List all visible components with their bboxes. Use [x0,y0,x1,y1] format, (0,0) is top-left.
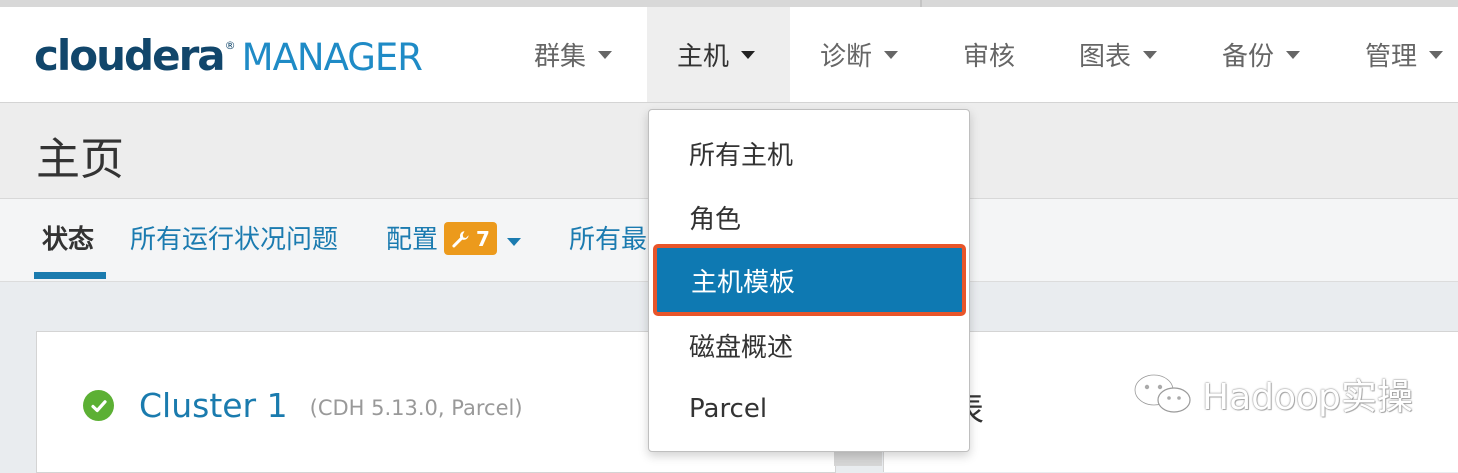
nav-administration-label: 管理 [1365,42,1418,72]
active-tab-indicator [34,272,106,279]
nav-hosts-menu[interactable]: 主机 [647,7,790,102]
nav-diagnostics-label: 诊断 [820,42,873,72]
chevron-down-icon [1286,50,1301,59]
menu-item-roles[interactable]: 角色 [649,186,969,248]
chevron-down-icon[interactable] [506,238,521,246]
tab-configuration[interactable]: 配置 7 [386,219,521,257]
chevron-down-icon [598,50,613,59]
browser-top-strip [0,0,1458,7]
wrench-icon [452,230,469,247]
watermark-text: Hadoop实操 [1202,377,1413,418]
chevron-down-icon [884,50,899,59]
top-navbar: cloudera ® MANAGER 群集 主机 诊断 审核 图表 备份 管理 [0,7,1458,103]
tab-configuration-label: 配置 [386,225,439,255]
config-issues-count: 7 [476,226,490,251]
cluster-version-info: (CDH 5.13.0, Parcel) [309,395,523,420]
cluster-row: Cluster 1 (CDH 5.13.0, Parcel) [83,386,523,425]
cloudera-manager-logo[interactable]: cloudera ® MANAGER [34,31,423,83]
nav-diagnostics-menu[interactable]: 诊断 [820,7,899,102]
page-title: 主页 [36,134,124,185]
chevron-down-icon [1143,50,1158,59]
tab-all-health-issues[interactable]: 所有运行状况问题 [130,219,338,256]
logo-registered-mark: ® [224,39,236,52]
nav-charts-label: 图表 [1079,42,1132,72]
nav-backup-menu[interactable]: 备份 [1222,7,1301,102]
menu-item-host-templates[interactable]: 主机模板 [653,244,966,316]
top-strip-divider [920,0,922,7]
chevron-down-icon [741,50,756,59]
logo-brand: cloudera [34,31,226,80]
nav-audits-link[interactable]: 审核 [963,7,1015,102]
nav-hosts-label: 主机 [677,42,730,72]
wechat-icon [1133,373,1191,413]
check-circle-icon [83,390,114,421]
nav-clusters-menu[interactable]: 群集 [534,7,613,102]
menu-item-all-hosts[interactable]: 所有主机 [649,122,969,184]
tab-status[interactable]: 状态 [42,219,94,256]
nav-audits-label: 审核 [963,42,1016,72]
nav-administration-menu[interactable]: 管理 [1365,7,1444,102]
wechat-watermark: Hadoop实操 [1130,368,1413,420]
chevron-down-icon [1429,50,1444,59]
menu-item-parcel[interactable]: Parcel [649,378,969,440]
tab-all-recent[interactable]: 所有最 [569,219,647,256]
nav-charts-menu[interactable]: 图表 [1079,7,1158,102]
hosts-dropdown-menu: 所有主机 角色 主机模板 磁盘概述 Parcel [648,109,970,452]
nav-clusters-label: 群集 [534,42,587,72]
config-issues-badge[interactable]: 7 [444,222,497,255]
menu-item-disks-overview[interactable]: 磁盘概述 [649,314,969,376]
nav-backup-label: 备份 [1222,42,1275,72]
logo-product: MANAGER [241,36,423,79]
cluster-name-link[interactable]: Cluster 1 [139,386,288,425]
